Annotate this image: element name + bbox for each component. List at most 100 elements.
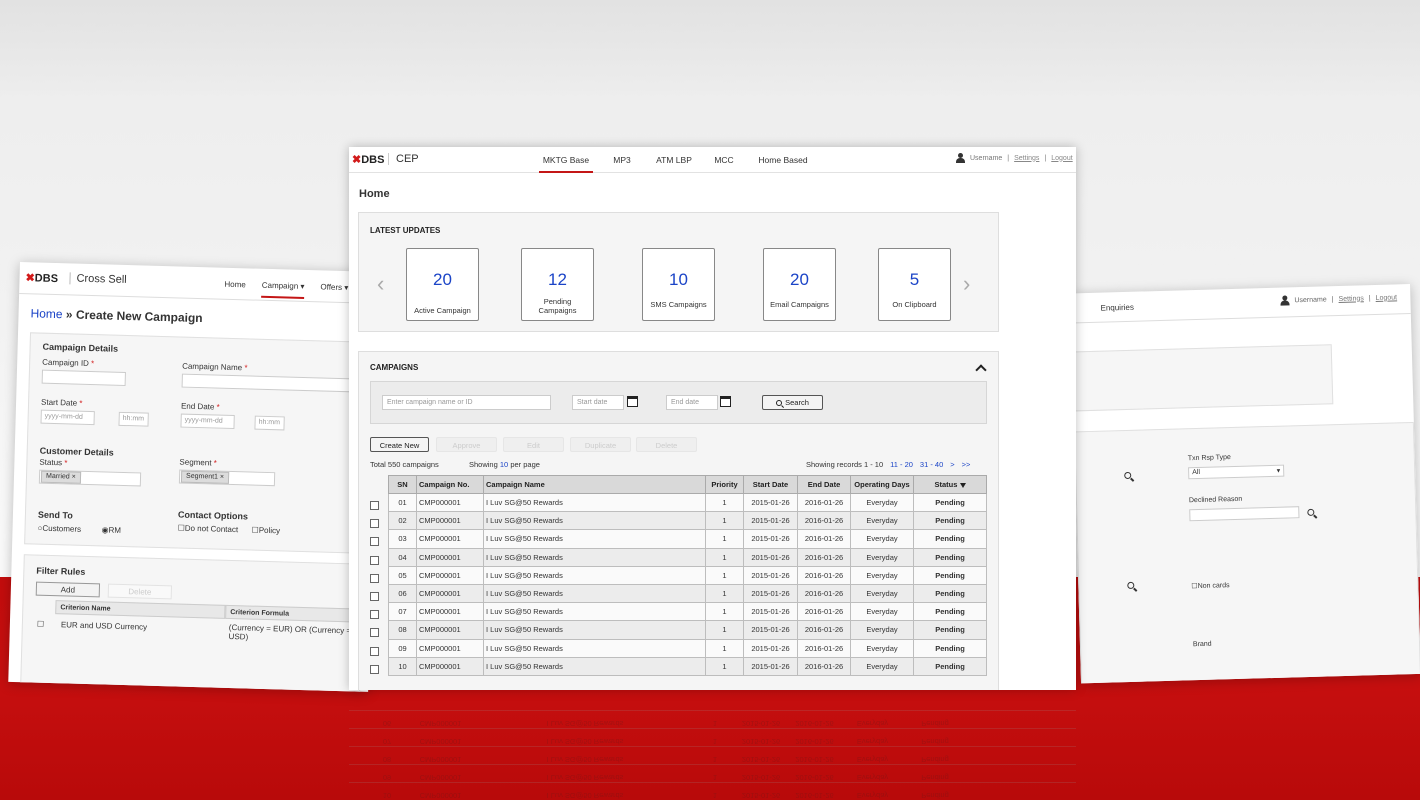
add-rule-button[interactable]: Add	[35, 581, 101, 598]
calendar-icon[interactable]	[627, 396, 638, 407]
row-checkbox[interactable]	[370, 628, 379, 638]
chevron-up-icon[interactable]	[975, 364, 987, 376]
cell-start-date: 2015-01-26	[743, 638, 798, 658]
next-page-link[interactable]: >	[950, 460, 954, 469]
campaign-name-input[interactable]	[181, 373, 362, 393]
row-checkbox[interactable]	[370, 573, 379, 583]
search-button[interactable]: Search	[762, 395, 823, 410]
card-on-clipboard[interactable]: 5 On Clipboard	[878, 248, 951, 321]
row-checkbox[interactable]	[370, 664, 379, 674]
nav-enquiries[interactable]: Enquiries	[1100, 303, 1134, 313]
end-time-input[interactable]: hh:mm	[254, 415, 285, 431]
status-chip[interactable]: Married ×	[40, 470, 81, 484]
calendar-icon[interactable]	[720, 396, 731, 407]
txn-rsp-type-select[interactable]: All ▾	[1188, 464, 1285, 480]
card-label: Active Campaign	[414, 306, 471, 315]
edit-button[interactable]: Edit	[503, 437, 564, 452]
nav-home[interactable]: Home	[224, 280, 246, 298]
row-checkbox[interactable]	[370, 501, 379, 510]
reflection-cell: 1	[712, 791, 718, 800]
table-row[interactable]: 02 CMP000001 I Luv SG@50 Rewards 1 2015-01-2…	[388, 511, 987, 531]
campaign-search-input[interactable]: Enter campaign name or ID	[382, 395, 551, 410]
table-row[interactable]: 01 CMP000001 I Luv SG@50 Rewards 1 2015-01-2…	[388, 492, 987, 513]
col-status[interactable]: Status	[913, 475, 987, 494]
last-page-link[interactable]: >>	[962, 460, 971, 469]
row-checkbox[interactable]	[370, 610, 379, 620]
tab-home-based[interactable]: Home Based	[757, 155, 809, 173]
do-not-contact-checkbox[interactable]: ☐Do not Contact	[178, 524, 239, 535]
radio-rm[interactable]: ◉RM	[101, 525, 121, 535]
start-time-input[interactable]: hh:mm	[118, 411, 149, 427]
approve-button[interactable]: Approve	[436, 437, 497, 452]
policy-checkbox[interactable]: ☐Policy	[251, 526, 280, 536]
radio-customers[interactable]: ○Customers	[37, 524, 81, 534]
table-row[interactable]: 03 CMP000001 I Luv SG@50 Rewards 1 2015-01-2…	[388, 529, 987, 549]
start-date-input[interactable]: Start date	[572, 395, 624, 410]
campaign-id-input[interactable]	[41, 369, 126, 386]
col-end-date[interactable]: End Date	[797, 475, 851, 494]
non-cards-checkbox[interactable]: ☐Non cards	[1191, 581, 1229, 590]
segment-chip[interactable]: Segment1 ×	[180, 470, 230, 484]
delete-rule-button[interactable]: Delete	[107, 583, 173, 600]
segment-label: Segment *	[179, 457, 217, 468]
col-sn[interactable]: SN	[388, 475, 417, 494]
table-row[interactable]: 08 CMP000001 I Luv SG@50 Rewards 1 2015-01-2…	[388, 620, 987, 640]
card-sms-campaigns[interactable]: 10 SMS Campaigns	[642, 248, 715, 321]
reflection-cell: 2016-01-26	[795, 719, 834, 728]
breadcrumb-home[interactable]: Home	[30, 306, 62, 321]
chevron-right-icon[interactable]: ›	[963, 273, 970, 295]
end-date-input[interactable]: End date	[666, 395, 718, 410]
chevron-left-icon[interactable]: ‹	[377, 273, 384, 295]
reflection-cell: CMP000001	[419, 719, 462, 728]
row-checkbox[interactable]	[370, 537, 379, 547]
card-email-campaigns[interactable]: 20 Email Campaigns	[763, 248, 836, 321]
declined-reason-input[interactable]	[1189, 506, 1300, 522]
cell-status: Pending	[913, 583, 987, 604]
create-new-button[interactable]: Create New	[370, 437, 429, 452]
search-icon[interactable]	[1307, 508, 1315, 516]
tab-atm-lbp[interactable]: ATM LBP	[655, 155, 693, 173]
cell-priority: 1	[705, 511, 744, 531]
tab-mktg-base[interactable]: MKTG Base	[539, 155, 593, 173]
start-date-input[interactable]: yyyy-mm-dd	[40, 409, 95, 426]
table-row[interactable]: 09 CMP000001 I Luv SG@50 Rewards 1 2015-01-2…	[388, 638, 987, 658]
table-row[interactable]: 04 CMP000001 I Luv SG@50 Rewards 1 2015-01-2…	[388, 547, 987, 567]
settings-link[interactable]: Settings	[1014, 155, 1039, 162]
logout-link[interactable]: Logout	[1051, 155, 1072, 162]
delete-button[interactable]: Delete	[636, 437, 697, 452]
cell-start-date: 2015-01-26	[743, 529, 798, 549]
card-active-campaign[interactable]: 20 Active Campaign	[406, 248, 479, 321]
page-link[interactable]: 31 - 40	[920, 460, 943, 469]
duplicate-button[interactable]: Duplicate	[570, 437, 631, 452]
col-campaign-name[interactable]: Campaign Name	[483, 475, 706, 494]
tab-mp3[interactable]: MP3	[612, 155, 632, 173]
search-icon[interactable]	[1124, 471, 1132, 480]
page-size-select[interactable]: 10	[500, 460, 508, 469]
search-icon[interactable]	[1127, 581, 1135, 590]
row-checkbox[interactable]	[370, 519, 379, 529]
col-operating-days[interactable]: Operating Days	[850, 475, 914, 494]
filter-icon[interactable]	[959, 482, 966, 488]
settings-link[interactable]: Settings	[1338, 295, 1363, 303]
nav-campaign[interactable]: Campaign ▾	[261, 280, 305, 299]
row-checkbox[interactable]	[370, 592, 379, 601]
col-start-date[interactable]: Start Date	[743, 475, 798, 494]
table-row[interactable]: 10 CMP000001 I Luv SG@50 Rewards 1 2015-01-2…	[388, 656, 987, 676]
end-date-input[interactable]: yyyy-mm-dd	[180, 413, 235, 430]
cell-sn: 03	[388, 529, 417, 549]
row-checkbox[interactable]	[370, 646, 379, 656]
tab-mcc[interactable]: MCC	[713, 155, 735, 173]
reflection-cell: 2015-01-26	[741, 755, 781, 764]
logout-link[interactable]: Logout	[1376, 294, 1398, 302]
row-checkbox[interactable]	[370, 555, 379, 565]
page-link[interactable]: 11 - 20	[890, 460, 913, 469]
cell-sn: 07	[388, 602, 417, 622]
col-priority[interactable]: Priority	[705, 475, 744, 494]
rule-checkbox[interactable]: ☐	[37, 620, 44, 629]
table-row[interactable]: 05 CMP000001 I Luv SG@50 Rewards 1 2015-01-2…	[388, 565, 987, 585]
col-campaign-no[interactable]: Campaign No.	[416, 475, 484, 494]
table-row[interactable]: 07 CMP000001 I Luv SG@50 Rewards 1 2015-01-2…	[388, 602, 987, 622]
table-row[interactable]: 06 CMP000001 I Luv SG@50 Rewards 1 2015-01-2…	[388, 583, 987, 604]
nav-offers[interactable]: Offers ▾	[320, 282, 348, 300]
card-pending-campaigns[interactable]: 12 Pending Campaigns	[521, 248, 594, 321]
